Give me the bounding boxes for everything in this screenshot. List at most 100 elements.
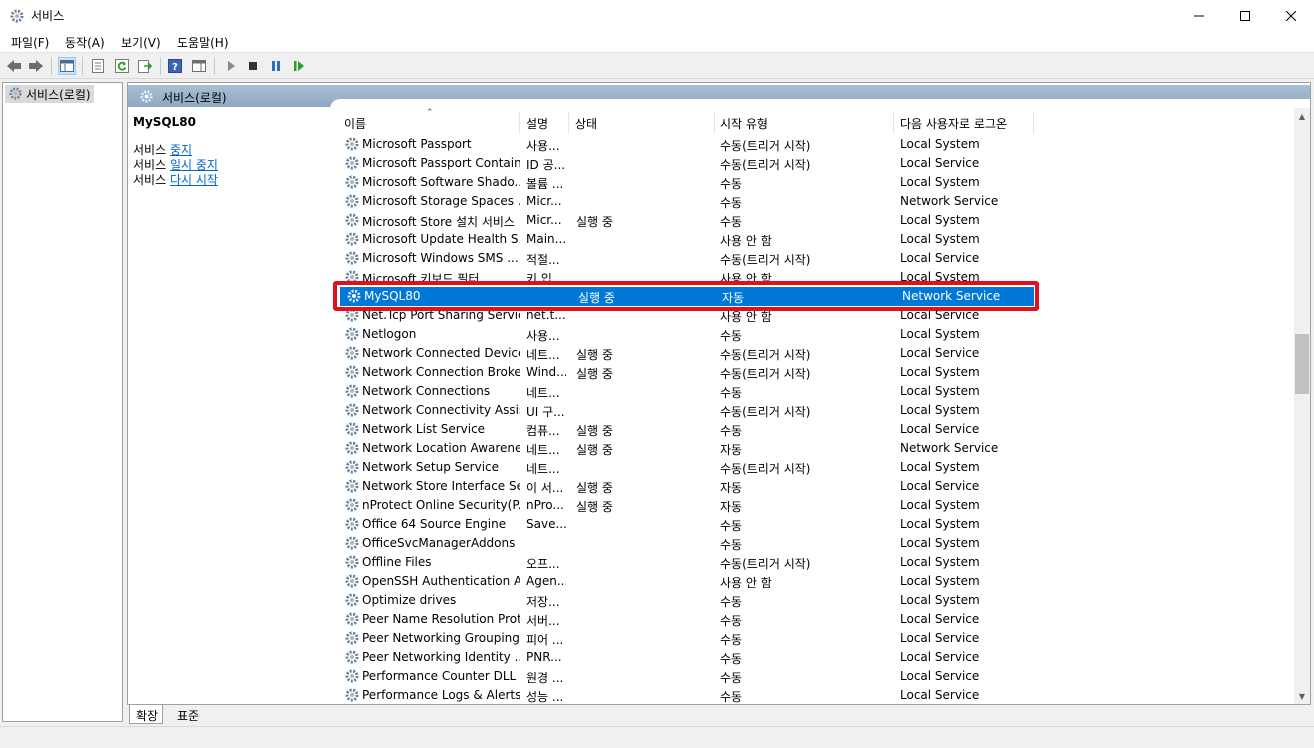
scroll-up-icon[interactable]: ▲ xyxy=(1294,108,1310,124)
service-row[interactable]: Peer Networking Grouping 피어 ... 수동 Local Se… xyxy=(338,629,1038,648)
service-row[interactable]: Performance Logs & Alerts 성능 ... 수동 Local S… xyxy=(338,686,1038,704)
column-header-logon[interactable]: 다음 사용자로 로그온 xyxy=(894,112,1034,134)
service-description: 서버... xyxy=(526,614,560,628)
service-startup-type: 수동 xyxy=(720,386,743,400)
stop-service-link[interactable]: 중지 xyxy=(170,143,192,157)
service-row[interactable]: Network Connection Broker Wind... 실행 중 수동(트… xyxy=(338,363,1038,382)
service-gear-icon xyxy=(344,459,360,475)
service-row[interactable]: Microsoft Passport 사용... 수동(트리거 시작) Local S… xyxy=(338,135,1038,154)
close-button[interactable] xyxy=(1268,0,1314,31)
status-bar xyxy=(0,726,1314,748)
service-row[interactable]: OfficeSvcManagerAddons 수동 Local System xyxy=(338,534,1038,553)
properties-icon[interactable] xyxy=(89,57,107,75)
refresh-icon[interactable] xyxy=(113,57,131,75)
service-row[interactable]: Network Location Awareness 네트... 실행 중 자동 Net… xyxy=(338,439,1038,458)
service-row[interactable]: Offline Files 오프... 수동(트리거 시작) Local System xyxy=(338,553,1038,572)
service-row[interactable]: OpenSSH Authentication A... Agen... 사용 안 함… xyxy=(338,572,1038,591)
service-startup-type: 수동 xyxy=(720,614,743,628)
restart-service-link[interactable]: 다시 시작 xyxy=(170,173,218,187)
tab-extended[interactable]: 확장 xyxy=(129,705,164,724)
vertical-scrollbar[interactable]: ▲ ▼ xyxy=(1294,108,1310,704)
service-status: 실행 중 xyxy=(576,424,613,438)
service-startup-type: 수동(트리거 시작) xyxy=(720,139,811,153)
forward-icon[interactable] xyxy=(27,57,45,75)
pause-service-icon[interactable] xyxy=(267,57,285,75)
service-row[interactable]: Office 64 Source Engine Save... 수동 Local Sy… xyxy=(338,515,1038,534)
restart-service-icon[interactable] xyxy=(290,57,308,75)
tab-standard[interactable]: 표준 xyxy=(171,705,203,724)
menu-help[interactable]: 도움말(H) xyxy=(177,34,229,51)
service-name: Network Connected Device... xyxy=(362,346,520,360)
service-row[interactable]: Network Connectivity Assis... UI 구... 수동(트… xyxy=(338,401,1038,420)
service-row[interactable]: Network Connections 네트... 수동 Local System xyxy=(338,382,1038,401)
minimize-button[interactable] xyxy=(1176,0,1222,31)
service-row[interactable]: Microsoft Software Shado... 볼륨 ... 수동 Local… xyxy=(338,173,1038,192)
service-startup-type: 사용 안 함 xyxy=(720,234,772,248)
service-logon-as: Local System xyxy=(900,365,980,379)
service-description: Micr... xyxy=(526,213,562,227)
column-header-startup[interactable]: 시작 유형 xyxy=(714,112,894,134)
service-description: 사용... xyxy=(526,139,560,153)
service-row[interactable]: Microsoft Store 설치 서비스 Micr... 실행 중 수동 Local… xyxy=(338,211,1038,230)
service-status: 실행 중 xyxy=(576,215,613,229)
service-row[interactable]: Network List Service 컴퓨... 실행 중 수동 Local Ser… xyxy=(338,420,1038,439)
service-description: 컴퓨... xyxy=(526,424,560,438)
service-row[interactable]: Microsoft Storage Spaces ... Micr... 수동 Net… xyxy=(338,192,1038,211)
service-gear-icon xyxy=(344,136,360,152)
stop-service-line: 서비스 중지 xyxy=(133,143,193,157)
stop-service-icon[interactable] xyxy=(244,57,262,75)
service-row[interactable]: Network Setup Service 네트... 수동(트리거 시작) Loca… xyxy=(338,458,1038,477)
show-hide-action-pane-icon[interactable] xyxy=(190,57,208,75)
menu-action[interactable]: 동작(A) xyxy=(65,34,105,51)
column-header-name[interactable]: ⌃ 이름 xyxy=(338,108,520,134)
tree-item-services-local[interactable]: 서비스(로컬) xyxy=(5,85,94,103)
service-row[interactable]: Peer Name Resolution Prot... 서버... 수동 Local… xyxy=(338,610,1038,629)
service-logon-as: Local System xyxy=(900,517,980,531)
service-name: Office 64 Source Engine xyxy=(362,517,507,531)
maximize-button[interactable] xyxy=(1222,0,1268,31)
export-list-icon[interactable] xyxy=(136,57,154,75)
service-startup-type: 수동 xyxy=(720,690,743,704)
service-row[interactable]: Netlogon 사용... 수동 Local System xyxy=(338,325,1038,344)
scroll-thumb[interactable] xyxy=(1295,334,1309,394)
service-row[interactable]: Performance Counter DLL ... 원경 ... 수동 Local… xyxy=(338,667,1038,686)
restart-service-line: 서비스 다시 시작 xyxy=(133,173,218,187)
service-row[interactable]: Network Store Interface Se... 이 서... 실행 중 자… xyxy=(338,477,1038,496)
console-tree-icon[interactable] xyxy=(58,57,76,75)
service-logon-as: Local Service xyxy=(900,479,980,493)
service-description: Save... xyxy=(526,517,566,531)
start-service-icon[interactable] xyxy=(222,57,240,75)
pause-service-link[interactable]: 일시 중지 xyxy=(170,158,218,172)
service-row[interactable]: Microsoft Update Health S... Main... 사용 안 … xyxy=(338,230,1038,249)
service-row[interactable]: Network Connected Device... 네트... 실행 중 수동(트… xyxy=(338,344,1038,363)
scroll-down-icon[interactable]: ▼ xyxy=(1294,688,1310,704)
column-headers: ⌃ 이름 설명 상태 시작 유형 다음 사용자로 로그온 xyxy=(338,108,1288,134)
service-startup-type: 수동(트리거 시작) xyxy=(720,348,811,362)
menu-file[interactable]: 파일(F) xyxy=(11,34,49,51)
service-gear-icon xyxy=(344,516,360,532)
service-gear-icon xyxy=(344,364,360,380)
help-icon[interactable]: ? xyxy=(166,57,184,75)
column-header-status[interactable]: 상태 xyxy=(569,112,715,134)
service-row[interactable]: Peer Networking Identity ... PNR... 수동 Loca… xyxy=(338,648,1038,667)
service-gear-icon xyxy=(344,687,360,703)
service-logon-as: Local System xyxy=(900,593,980,607)
menu-view[interactable]: 보기(V) xyxy=(121,34,161,51)
services-gear-icon xyxy=(8,86,23,104)
service-logon-as: Local System xyxy=(900,384,980,398)
back-icon[interactable] xyxy=(5,57,23,75)
service-logon-as: Local System xyxy=(900,555,980,569)
service-row[interactable]: nProtect Online Security(P... nPro... 실행 중… xyxy=(338,496,1038,515)
service-row[interactable]: Optimize drives 저장... 수동 Local System xyxy=(338,591,1038,610)
service-logon-as: Local Service xyxy=(900,688,980,702)
service-row[interactable]: Microsoft Passport Container ID 공... 수동(트리… xyxy=(338,154,1038,173)
service-logon-as: Local System xyxy=(900,213,980,227)
service-description: 볼륨 ... xyxy=(526,177,564,191)
service-gear-icon xyxy=(344,573,360,589)
description-panel: MySQL80 서비스 중지 서비스 일시 중지 서비스 다시 시작 xyxy=(133,115,333,187)
service-row[interactable]: Microsoft Windows SMS ... 적절... 수동(트리거 시작)… xyxy=(338,249,1038,268)
column-header-desc[interactable]: 설명 xyxy=(520,112,569,134)
service-logon-as: Local System xyxy=(900,574,980,588)
service-gear-icon xyxy=(344,193,360,209)
service-description: 네트... xyxy=(526,443,560,457)
